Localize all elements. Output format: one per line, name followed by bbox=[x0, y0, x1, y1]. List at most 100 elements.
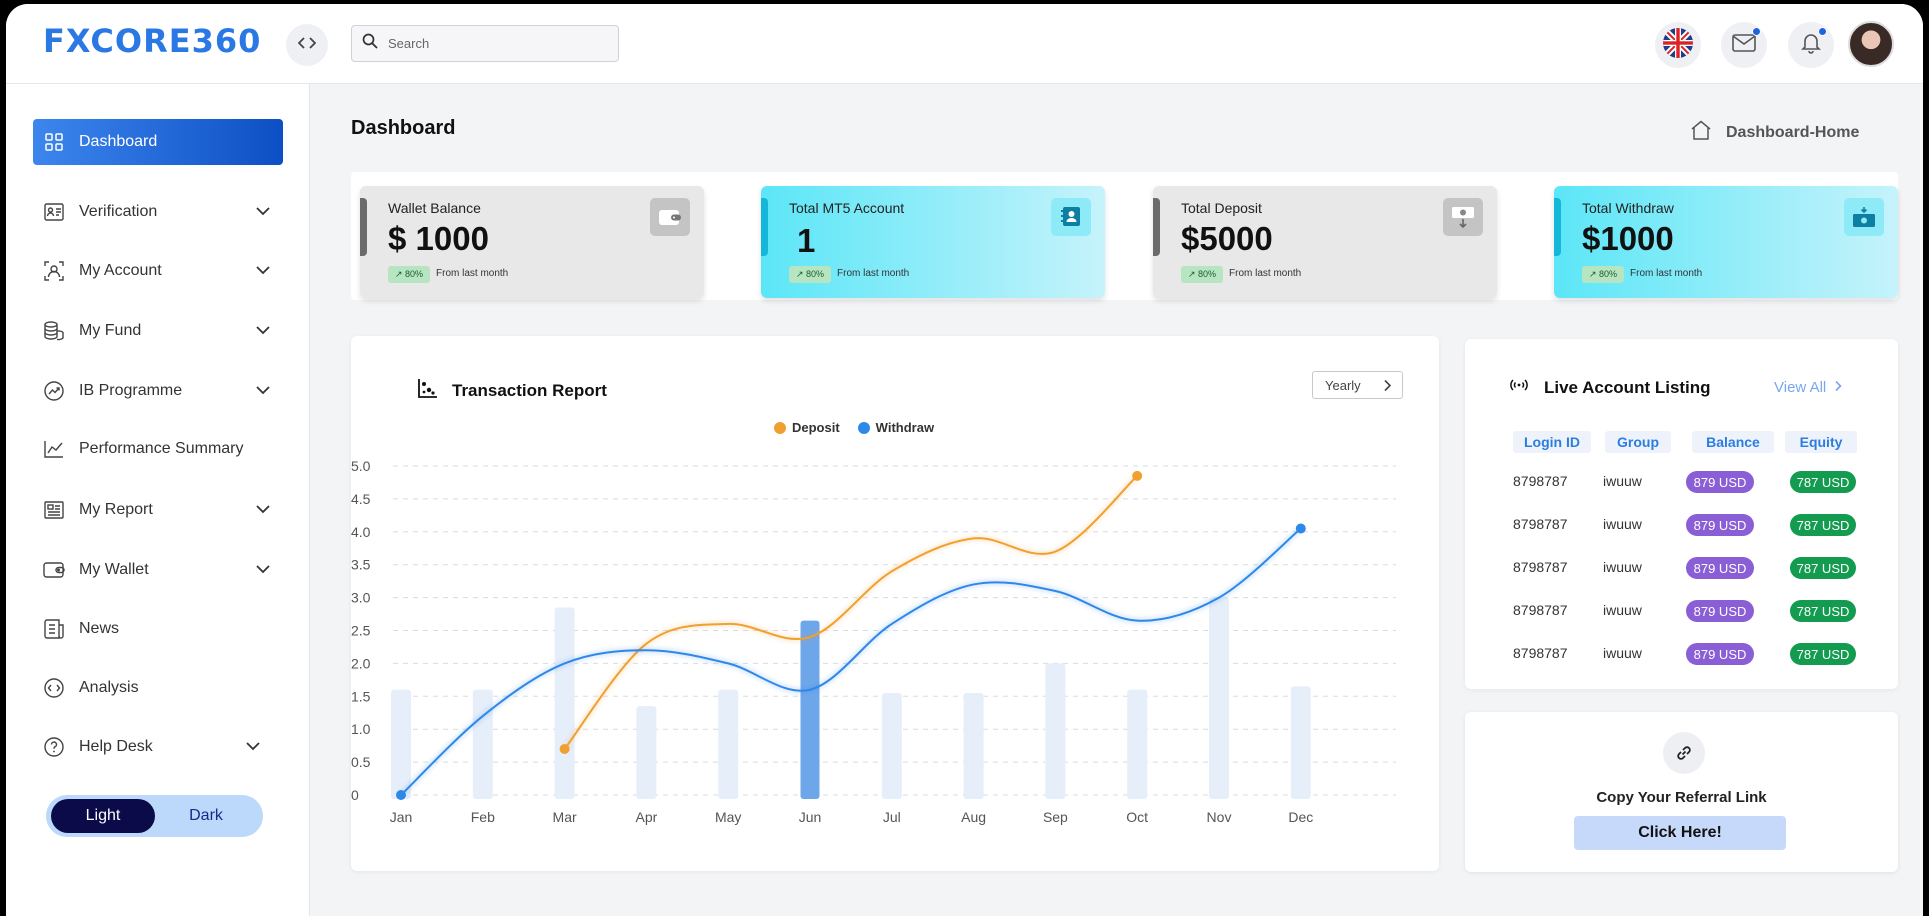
y-tick-label: 5.0 bbox=[351, 458, 371, 474]
account-icon bbox=[1051, 198, 1091, 236]
stat-label: Total Deposit bbox=[1181, 200, 1262, 216]
stat-card-total-deposit[interactable]: Total Deposit $5000 ↗ 80% From last mont… bbox=[1153, 186, 1497, 298]
stat-value: 1 bbox=[797, 222, 816, 259]
column-header-login-id[interactable]: Login ID bbox=[1513, 431, 1591, 453]
mail-icon bbox=[1732, 33, 1756, 57]
legend-label-withdraw: Withdraw bbox=[875, 420, 935, 435]
theme-dark-option[interactable]: Dark bbox=[154, 799, 258, 833]
breadcrumb[interactable]: Dashboard-Home bbox=[1690, 120, 1859, 145]
sidebar-item-label: Analysis bbox=[79, 679, 139, 696]
sidebar-item-dashboard[interactable]: Dashboard bbox=[33, 119, 283, 165]
stat-subtext: From last month bbox=[1630, 268, 1703, 279]
cell-login-id: 8798787 bbox=[1513, 645, 1568, 661]
equity-badge: 787 USD bbox=[1790, 514, 1856, 536]
x-tick-label: Nov bbox=[1207, 809, 1232, 825]
x-tick-label: Oct bbox=[1126, 809, 1148, 825]
x-tick-label: Mar bbox=[553, 809, 577, 825]
sidebar-item-verification[interactable]: Verification bbox=[33, 189, 283, 235]
y-tick-label: 3.0 bbox=[351, 590, 371, 606]
chevron-down-icon bbox=[255, 203, 271, 221]
sidebar-toggle-button[interactable] bbox=[286, 24, 328, 66]
sidebar-item-label: IB Programme bbox=[79, 382, 183, 399]
help-icon bbox=[43, 736, 65, 758]
series-point-deposit bbox=[1132, 470, 1143, 481]
bar-jan bbox=[391, 689, 411, 799]
series-line-withdraw bbox=[400, 527, 1302, 796]
column-header-equity[interactable]: Equity bbox=[1785, 431, 1857, 453]
x-tick-label: Jan bbox=[390, 809, 413, 825]
code-toggle-icon bbox=[297, 36, 317, 55]
x-tick-label: Apr bbox=[636, 809, 658, 825]
report-icon bbox=[43, 499, 65, 521]
column-header-balance[interactable]: Balance bbox=[1692, 431, 1774, 453]
view-all-link[interactable]: View All bbox=[1774, 379, 1842, 396]
sidebar-item-ib-programme[interactable]: IB Programme bbox=[33, 368, 283, 414]
home-icon bbox=[1690, 120, 1712, 145]
sidebar-item-performance-summary[interactable]: Performance Summary bbox=[33, 426, 283, 472]
stat-value: $5000 bbox=[1181, 220, 1273, 257]
trend-icon bbox=[43, 380, 65, 402]
bar-jul bbox=[881, 693, 902, 799]
theme-light-option[interactable]: Light bbox=[51, 799, 155, 833]
copy-referral-button[interactable]: Click Here! bbox=[1574, 816, 1786, 850]
legend-swatch-withdraw bbox=[857, 421, 870, 434]
theme-switch: Light Dark bbox=[46, 795, 263, 837]
sidebar-item-my-report[interactable]: My Report bbox=[33, 487, 283, 533]
chart-legend: Deposit Withdraw bbox=[774, 420, 934, 435]
stat-value: $1000 bbox=[1582, 220, 1674, 257]
y-tick-label: 1.0 bbox=[351, 721, 371, 737]
sidebar-item-my-wallet[interactable]: My Wallet bbox=[33, 547, 283, 593]
y-tick-label: 2.5 bbox=[351, 623, 371, 639]
x-tick-label: Feb bbox=[471, 809, 495, 825]
deposit-icon bbox=[1443, 198, 1483, 236]
notifications-button[interactable] bbox=[1788, 22, 1834, 68]
y-tick-label: 3.5 bbox=[351, 557, 371, 573]
balance-badge: 879 USD bbox=[1686, 514, 1754, 536]
sidebar-item-label: My Wallet bbox=[79, 561, 149, 578]
bar-aug bbox=[963, 693, 984, 799]
logo-text: FXCORE360 bbox=[43, 22, 262, 60]
chart-line-icon bbox=[43, 438, 65, 460]
search-input[interactable] bbox=[388, 36, 598, 51]
mail-notification-dot bbox=[1752, 27, 1761, 36]
sidebar-item-label: My Fund bbox=[79, 322, 142, 339]
stat-card-total-withdraw[interactable]: Total Withdraw $1000 ↗ 80% From last mon… bbox=[1554, 186, 1898, 298]
grid-icon bbox=[43, 131, 65, 153]
search-box[interactable] bbox=[351, 25, 619, 62]
avatar[interactable] bbox=[1848, 21, 1894, 67]
top-bar: FXCORE360 bbox=[6, 4, 1923, 84]
mail-button[interactable] bbox=[1721, 22, 1767, 68]
period-select-value: Yearly bbox=[1325, 377, 1361, 393]
stat-label: Wallet Balance bbox=[388, 200, 481, 216]
balance-badge: 879 USD bbox=[1686, 471, 1754, 493]
balance-badge: 879 USD bbox=[1686, 643, 1754, 665]
bar-may bbox=[718, 689, 739, 799]
bell-notification-dot bbox=[1818, 27, 1827, 36]
sidebar-item-my-fund[interactable]: My Fund bbox=[33, 308, 283, 354]
stat-card-total-mt5-account[interactable]: Total MT5 Account 1 ↗ 80% From last mont… bbox=[761, 186, 1105, 298]
logo[interactable]: FXCORE360 bbox=[43, 22, 261, 60]
stats-panel: Wallet Balance $ 1000 ↗ 80% From last mo… bbox=[351, 172, 1898, 300]
bar-mar bbox=[554, 607, 575, 799]
sidebar-item-news[interactable]: News bbox=[33, 606, 283, 652]
bar-apr bbox=[636, 706, 657, 799]
language-button[interactable] bbox=[1655, 22, 1701, 68]
y-tick-label: 2.0 bbox=[351, 655, 371, 671]
wallet-icon bbox=[650, 198, 690, 236]
cell-login-id: 8798787 bbox=[1513, 559, 1568, 575]
sidebar-item-label: Help Desk bbox=[79, 738, 153, 755]
sidebar-item-help-desk[interactable]: Help Desk bbox=[33, 724, 283, 770]
period-select[interactable]: Yearly bbox=[1312, 371, 1403, 399]
series-point-withdraw bbox=[1295, 523, 1306, 534]
stat-card-wallet-balance[interactable]: Wallet Balance $ 1000 ↗ 80% From last mo… bbox=[360, 186, 704, 298]
x-tick-label: Jul bbox=[883, 809, 901, 825]
cell-login-id: 8798787 bbox=[1513, 473, 1568, 489]
bar-nov bbox=[1209, 597, 1229, 799]
stat-accent-bar bbox=[761, 198, 768, 256]
page-title: Dashboard bbox=[351, 117, 456, 139]
chevron-down-icon bbox=[255, 501, 271, 519]
stat-accent-bar bbox=[1153, 198, 1160, 256]
sidebar-item-analysis[interactable]: Analysis bbox=[33, 665, 283, 711]
column-header-group[interactable]: Group bbox=[1605, 431, 1671, 453]
sidebar-item-my-account[interactable]: My Account bbox=[33, 248, 283, 294]
